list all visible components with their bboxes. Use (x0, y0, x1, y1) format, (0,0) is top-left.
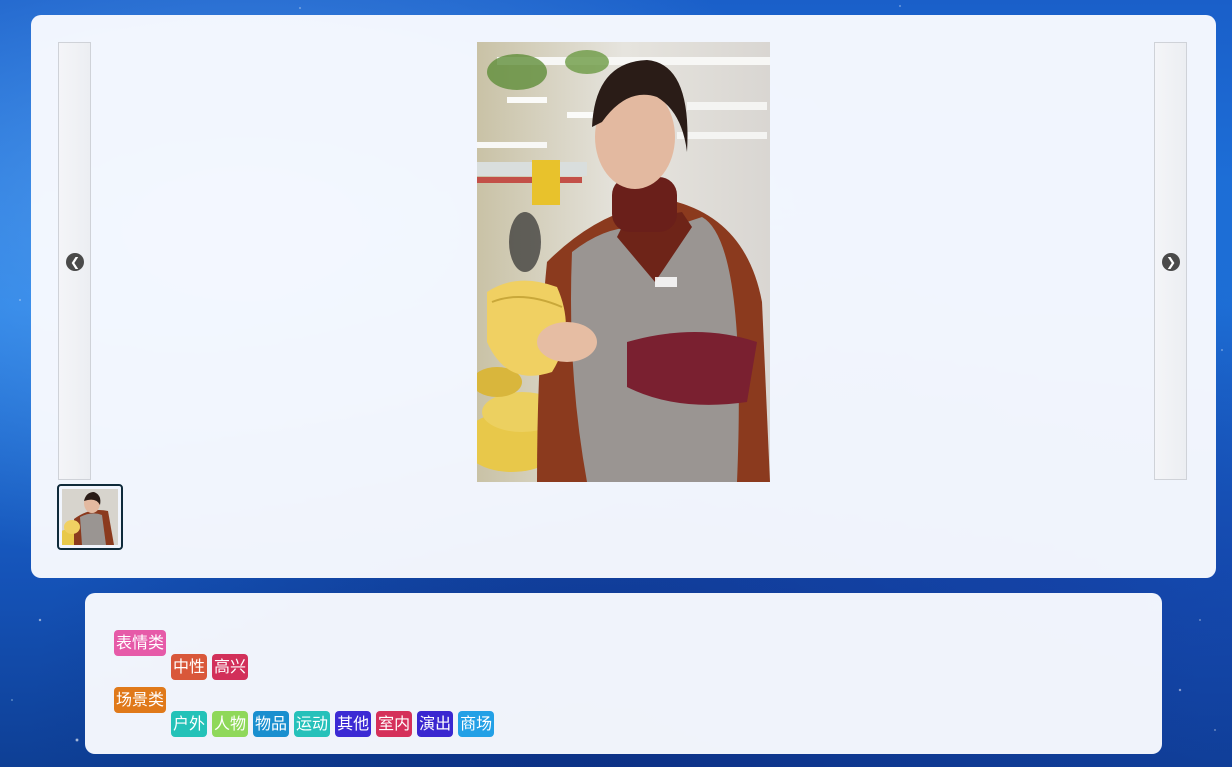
image-gallery-panel: ❮ ❯ (31, 15, 1216, 578)
gallery-thumbnail[interactable] (57, 484, 123, 550)
thumbnail-image (62, 489, 118, 545)
main-photo (477, 42, 770, 482)
expression-tags: 中性 高兴 (171, 654, 249, 680)
prev-image-button[interactable]: ❮ (58, 42, 91, 480)
tag-performance[interactable]: 演出 (417, 711, 454, 737)
tag-object[interactable]: 物品 (253, 711, 290, 737)
chevron-right-icon[interactable]: ❯ (1162, 253, 1180, 271)
tag-indoor[interactable]: 室内 (376, 711, 413, 737)
tag-mall[interactable]: 商场 (458, 711, 495, 737)
tag-category-scene[interactable]: 场景类 (114, 687, 167, 713)
tag-happy[interactable]: 高兴 (212, 654, 249, 680)
tag-other[interactable]: 其他 (335, 711, 372, 737)
tag-person[interactable]: 人物 (212, 711, 249, 737)
tag-category-expression[interactable]: 表情类 (114, 630, 167, 656)
chevron-left-icon[interactable]: ❮ (66, 253, 84, 271)
tag-outdoor[interactable]: 户外 (171, 711, 208, 737)
scene-tags: 户外 人物 物品 运动 其他 室内 演出 商场 (171, 711, 495, 737)
next-image-button[interactable]: ❯ (1154, 42, 1187, 480)
tag-neutral[interactable]: 中性 (171, 654, 208, 680)
tag-sports[interactable]: 运动 (294, 711, 331, 737)
tags-panel: 表情类 中性 高兴 场景类 户外 人物 物品 运动 其他 室内 演出 商场 (85, 593, 1162, 754)
